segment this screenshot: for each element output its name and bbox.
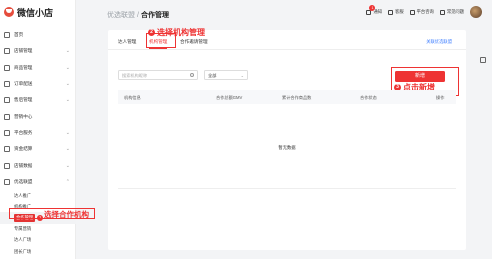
page-title: 合作管理 bbox=[140, 12, 169, 19]
marketing-icon bbox=[4, 113, 10, 120]
service-icon bbox=[4, 129, 10, 136]
top-bar: 优选联盟 / 合作管理 1 通知 客服 平台咨询 常见问题 bbox=[77, 0, 492, 30]
column-header: 合作总额GMV bbox=[216, 94, 243, 100]
sidebar-item-label: 订单配送 bbox=[14, 81, 33, 87]
order-icon bbox=[4, 81, 10, 88]
column-header: 合作状态 bbox=[360, 94, 377, 100]
chevron-down-icon: ⌄ bbox=[240, 73, 244, 78]
sidebar-item-label: 平台服务 bbox=[14, 129, 33, 135]
sidebar-item-data[interactable]: 店铺数据 ⌄ bbox=[0, 157, 76, 173]
sidebar-item-service[interactable]: 平台服务 ⌄ bbox=[0, 125, 76, 141]
chevron-up-icon: ⌃ bbox=[65, 178, 70, 185]
service-chat-icon bbox=[388, 9, 394, 15]
status-select[interactable]: 全部 ⌄ bbox=[204, 70, 248, 80]
tool-label: 平台咨询 bbox=[416, 9, 434, 14]
tab-invitation-management[interactable]: 合作邀请管理 bbox=[180, 39, 208, 45]
data-icon bbox=[4, 162, 10, 169]
finance-icon bbox=[4, 146, 10, 153]
column-header: 累计合作商品数 bbox=[282, 94, 312, 100]
shop-icon bbox=[4, 48, 10, 55]
sidebar-item-label: 店铺数据 bbox=[14, 162, 33, 168]
sidebar-subitem-label: 专属营销 bbox=[14, 226, 32, 232]
aftersale-icon bbox=[4, 97, 10, 104]
chevron-down-icon: ⌄ bbox=[65, 64, 70, 71]
column-header: 机构信息 bbox=[124, 94, 141, 100]
breadcrumb-separator: / bbox=[137, 12, 139, 19]
chevron-down-icon: ⌄ bbox=[65, 146, 70, 153]
sidebar-nav: 首页 店铺管理 ⌄ 商品管理 ⌄ 订单配送 ⌄ 售后管理 ⌄ 营销中心 平台服务 ⌄ 资金… bbox=[0, 27, 76, 257]
sidebar-item-label: 商品管理 bbox=[14, 64, 33, 70]
sidebar-item-label: 营销中心 bbox=[14, 113, 33, 119]
annotation-text: 选择机构管理 bbox=[157, 28, 205, 37]
breadcrumb: 优选联盟 / 合作管理 bbox=[107, 10, 169, 20]
tool-label: 常见问题 bbox=[446, 9, 464, 14]
step-number-badge: 2 bbox=[148, 29, 155, 36]
select-value: 全部 bbox=[208, 73, 217, 78]
avatar[interactable] bbox=[470, 6, 482, 18]
tab-creator-management[interactable]: 达人管理 bbox=[118, 39, 136, 45]
sidebar-item-home[interactable]: 首页 bbox=[0, 27, 76, 43]
notification-button[interactable]: 1 通知 bbox=[366, 5, 383, 15]
sidebar-item-goods[interactable]: 商品管理 ⌄ bbox=[0, 60, 76, 76]
app-logo[interactable]: 微信小店 bbox=[4, 5, 53, 19]
search-input[interactable]: 搜索机构昵称 bbox=[118, 70, 198, 80]
annotation-label: 2 选择机构管理 bbox=[148, 27, 205, 38]
sidebar-subitem-label: 达人广场 bbox=[14, 237, 32, 243]
sidebar-item-orders[interactable]: 订单配送 ⌄ bbox=[0, 76, 76, 92]
alliance-icon bbox=[4, 178, 10, 185]
sidebar-item-shop[interactable]: 店铺管理 ⌄ bbox=[0, 43, 76, 59]
sidebar-subitem-creator-square[interactable]: 达人广场 bbox=[0, 235, 76, 246]
customer-service-button[interactable]: 客服 bbox=[388, 9, 404, 15]
sidebar-item-label: 售后管理 bbox=[14, 97, 33, 103]
tab-bar: 达人管理 机构管理 合作邀请管理 关联优选联盟 2 选择机构管理 bbox=[108, 27, 466, 50]
search-icon[interactable] bbox=[190, 73, 194, 77]
faq-button[interactable]: 常见问题 bbox=[439, 9, 464, 15]
sidebar-item-finance[interactable]: 资金结算 ⌄ bbox=[0, 141, 76, 157]
sidebar-item-marketing[interactable]: 营销中心 bbox=[0, 108, 76, 124]
sidebar-subitem-exclusive[interactable]: 专属营销 bbox=[0, 224, 76, 235]
table-divider bbox=[118, 188, 456, 189]
search-placeholder: 搜索机构昵称 bbox=[122, 73, 148, 78]
sidebar-item-label: 首页 bbox=[14, 32, 24, 38]
sidebar-subitem-label: 达人推广 bbox=[14, 192, 32, 198]
store-logo-icon bbox=[4, 7, 14, 17]
sidebar-subitem-label: 团长广场 bbox=[14, 248, 32, 254]
column-header: 操作 bbox=[436, 94, 445, 100]
sidebar-item-alliance[interactable]: 优选联盟 ⌃ bbox=[0, 174, 76, 190]
chevron-down-icon: ⌄ bbox=[65, 81, 70, 88]
platform-consult-button[interactable]: 平台咨询 bbox=[409, 9, 434, 15]
chevron-down-icon: ⌄ bbox=[65, 97, 70, 104]
active-tab-underline bbox=[149, 48, 167, 49]
sidebar-item-label: 资金结算 bbox=[14, 146, 33, 152]
sidebar-subitem-leader-square[interactable]: 团长广场 bbox=[0, 246, 76, 257]
home-icon bbox=[4, 32, 10, 39]
sidebar-item-label: 店铺管理 bbox=[14, 48, 33, 54]
goods-icon bbox=[4, 64, 10, 71]
main-panel: 达人管理 机构管理 合作邀请管理 关联优选联盟 2 选择机构管理 搜索机构昵称 全… bbox=[108, 27, 466, 250]
chevron-down-icon: ⌄ bbox=[65, 162, 70, 169]
sidebar-subitem-creator-promo[interactable]: 达人推广 bbox=[0, 190, 76, 201]
table-header: 机构信息 合作总额GMV 累计合作商品数 合作状态 操作 bbox=[118, 90, 456, 104]
app-name: 微信小店 bbox=[17, 7, 54, 18]
sidebar-item-label: 优选联盟 bbox=[14, 178, 33, 184]
annotation-text: 选择合作机构 bbox=[44, 210, 89, 219]
export-icon[interactable] bbox=[480, 57, 486, 63]
breadcrumb-parent[interactable]: 优选联盟 bbox=[107, 12, 135, 19]
alliance-link[interactable]: 关联优选联盟 bbox=[426, 39, 452, 45]
sidebar-item-aftersale[interactable]: 售后管理 ⌄ bbox=[0, 92, 76, 108]
header-tools: 1 通知 客服 平台咨询 常见问题 bbox=[360, 5, 482, 18]
tool-label: 客服 bbox=[395, 9, 404, 14]
tool-label: 通知 bbox=[373, 9, 383, 14]
faq-icon bbox=[439, 9, 445, 15]
empty-state-text: 暂无数据 bbox=[278, 145, 296, 150]
chevron-down-icon: ⌄ bbox=[65, 48, 70, 55]
chevron-down-icon: ⌄ bbox=[65, 129, 70, 136]
sidebar: 微信小店 首页 店铺管理 ⌄ 商品管理 ⌄ 订单配送 ⌄ 售后管理 ⌄ 营销中心 平台服… bbox=[0, 0, 76, 259]
consult-icon bbox=[409, 9, 415, 15]
